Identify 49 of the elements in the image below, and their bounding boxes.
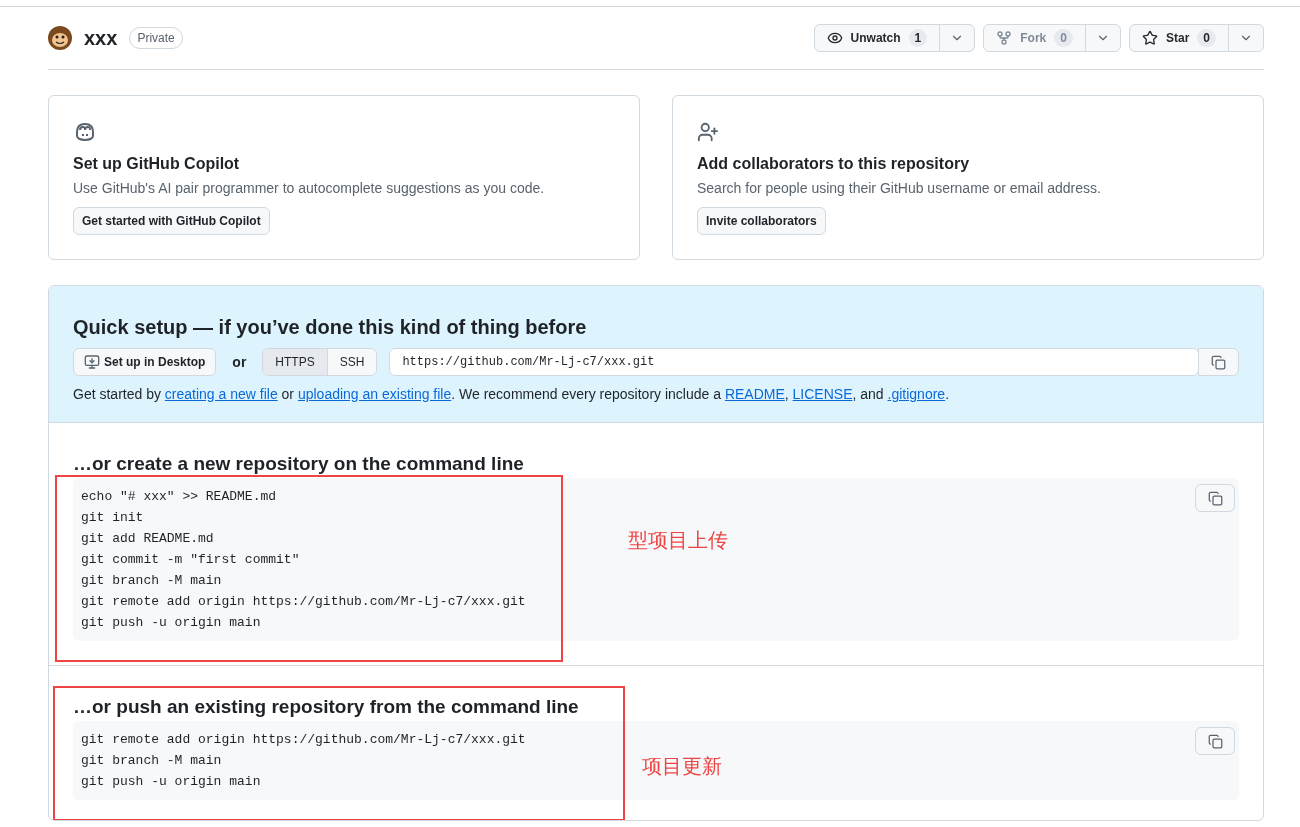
copy-icon [1211,354,1226,370]
help-link[interactable]: creating a new file [164,386,278,402]
card-button[interactable]: Get started with GitHub Copilot [73,207,270,235]
section-heading: …or push an existing repository from the command line [73,695,580,719]
copy-button[interactable] [1198,348,1239,376]
code-line: echo "# xxx" >> README.md [81,488,277,506]
code-line: git remote add origin https://github.com/Mr-Lj-c7/xxx.git [81,593,526,611]
eye-icon [826,30,843,46]
code-line: git push -u origin main [81,614,261,632]
code-line: git add README.md [81,530,214,548]
code-line: git commit -m "first commit" [81,551,300,569]
monkey-avatar-icon [48,26,72,50]
code-line: git push -u origin main [81,773,261,791]
count-badge: 0 [1054,29,1073,47]
count-badge: 1 [908,29,928,47]
copy-button[interactable] [1195,484,1235,512]
annotation-note: 型项目上传 [628,528,728,553]
count-badge: 0 [1197,29,1216,47]
code-line: git remote add origin https://github.com/Mr-Lj-c7/xxx.git [81,731,526,749]
person-add-icon [697,121,719,143]
help-text: Get started by creating a new file or uploading an existing file. We recommend every repository include a README, LICENSE, and .gitignore. [73,385,950,404]
copy-button[interactable] [1195,727,1235,755]
repo-name[interactable]: xxx [84,23,118,53]
protocol-tab[interactable]: HTTPS [263,349,327,375]
card-title: Set up GitHub Copilot [73,154,241,174]
copy-icon [1207,733,1223,749]
card-description: Use GitHub's AI pair programmer to autocomplete suggestions as you code. [73,179,546,198]
fork-icon [996,30,1013,46]
card-button[interactable]: Invite collaborators [697,207,826,235]
protocol-tab[interactable]: SSH [326,349,377,375]
code-line: git init [81,509,144,527]
url-field[interactable]: https://github.com/Mr-Lj-c7/xxx.git [389,348,1199,376]
card-description: Search for people using their GitHub username or email address. [697,179,1102,198]
help-link[interactable]: README [724,386,785,402]
help-link[interactable]: LICENSE [792,386,853,402]
code-line: git branch -M main [81,572,222,590]
card-title: Add collaborators to this repository [697,154,971,174]
desktop-button[interactable]: Set up in Desktop [73,348,217,376]
quick-setup-title: Quick setup — if you’ve done this kind of thing before [73,315,588,340]
or-label: or [232,352,247,372]
code-line: git branch -M main [81,752,222,770]
copilot-icon [73,120,97,144]
annotation-note: 项目更新 [642,754,722,779]
section-heading: …or create a new repository on the command line [73,452,525,476]
copy-icon [1207,490,1223,506]
star-icon [1141,30,1158,46]
help-link[interactable]: uploading an existing file [297,386,452,402]
desktop-icon [84,354,100,370]
help-link[interactable]: .gitignore [887,386,946,402]
